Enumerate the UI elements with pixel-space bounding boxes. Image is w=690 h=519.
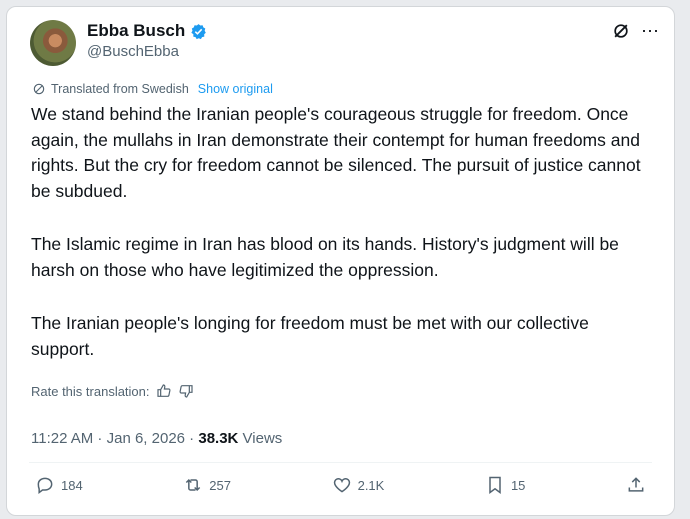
show-original-link[interactable]: Show original xyxy=(198,82,273,96)
like-count: 2.1K xyxy=(357,477,385,493)
repost-icon xyxy=(186,478,201,492)
bookmark-icon xyxy=(489,476,501,494)
views-label: Views xyxy=(238,430,283,447)
author-name[interactable]: Ebba Busch xyxy=(87,21,185,41)
verified-badge-icon xyxy=(191,23,207,39)
top-actions: ⋯ xyxy=(611,21,660,41)
post-card: Ebba Busch @BuschEbba ⋯ Translated from … xyxy=(6,6,675,516)
post-body: We stand behind the Iranian people's cou… xyxy=(31,102,656,390)
translation-label: Translated from Swedish xyxy=(51,82,189,96)
avatar[interactable] xyxy=(30,20,76,66)
grok-icon[interactable] xyxy=(611,21,631,41)
post-paragraph: The Iranian people's longing for freedom… xyxy=(31,313,589,359)
rate-translation-label: Rate this translation: xyxy=(31,383,150,399)
author-name-row[interactable]: Ebba Busch xyxy=(87,21,207,41)
post-paragraph: We stand behind the Iranian people's cou… xyxy=(31,104,641,201)
meta-separator: · xyxy=(185,430,199,447)
share-icon xyxy=(628,477,644,492)
reply-button[interactable]: 184 xyxy=(35,475,83,495)
share-button[interactable] xyxy=(626,475,646,495)
more-icon[interactable]: ⋯ xyxy=(641,22,660,40)
reply-count: 184 xyxy=(61,477,83,493)
repost-button[interactable]: 257 xyxy=(183,475,231,495)
rate-translation: Rate this translation: xyxy=(31,383,194,399)
divider xyxy=(29,462,652,463)
translation-notice: Translated from Swedish Show original xyxy=(32,82,273,96)
repost-count: 257 xyxy=(209,477,231,493)
action-bar: 184 257 2.1K 15 xyxy=(35,475,646,495)
bookmark-count: 15 xyxy=(510,477,526,493)
post-time[interactable]: 11:22 AM xyxy=(31,430,93,447)
bookmark-button[interactable]: 15 xyxy=(485,475,525,495)
thumbs-up-icon[interactable] xyxy=(156,383,172,399)
heart-icon xyxy=(333,478,350,493)
reply-icon xyxy=(37,477,53,494)
post-meta: 11:22 AM · Jan 6, 2026 · 38.3K Views xyxy=(31,430,282,447)
meta-separator: · xyxy=(93,430,107,447)
thumbs-down-icon[interactable] xyxy=(178,383,194,399)
like-button[interactable]: 2.1K xyxy=(332,475,385,495)
translate-icon xyxy=(33,83,45,95)
post-paragraph: The Islamic regime in Iran has blood on … xyxy=(31,234,619,280)
post-date[interactable]: Jan 6, 2026 xyxy=(107,430,185,447)
author-handle[interactable]: @BuschEbba xyxy=(87,43,179,60)
views-count[interactable]: 38.3K xyxy=(198,430,238,447)
